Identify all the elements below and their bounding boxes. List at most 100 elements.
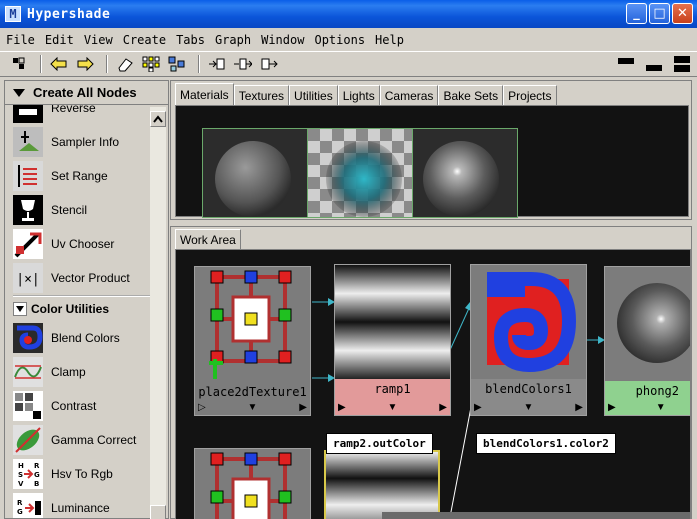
menu-options[interactable]: Options: [314, 33, 365, 47]
scroll-up-button[interactable]: [150, 111, 166, 127]
back-button[interactable]: [48, 54, 70, 74]
tab-cameras[interactable]: Cameras: [379, 85, 439, 105]
drag-connection-line: [449, 401, 473, 519]
toggle-panels-button[interactable]: [8, 54, 30, 74]
node-blendcolors1[interactable]: blendColors1 ▶ ▼ ▶: [470, 264, 587, 416]
menu-graph[interactable]: Graph: [215, 33, 251, 47]
material-swatch-lambert[interactable]: [202, 128, 308, 218]
node-place2dtexture1[interactable]: place2dTexture1 ▷ ▼ ▶: [194, 266, 311, 416]
input-port-arrow-icon[interactable]: ▶: [474, 402, 482, 413]
output-connections-button[interactable]: [258, 54, 280, 74]
create-all-nodes-header[interactable]: Create All Nodes: [5, 81, 168, 105]
tab-utilities[interactable]: Utilities: [289, 85, 338, 105]
node-item-reverse[interactable]: Reverse: [13, 105, 151, 125]
node-label: ramp1: [335, 379, 450, 399]
node-item-label: Vector Product: [51, 271, 130, 285]
vector-product-icon: |×|: [13, 263, 43, 293]
toggle-panels-icon: [13, 57, 25, 69]
node-footer: ▷ ▼ ▶: [195, 399, 310, 415]
menu-view[interactable]: View: [84, 33, 113, 47]
node-item-clamp[interactable]: Clamp: [13, 355, 151, 389]
phong-material-preview: [605, 267, 690, 381]
tab-textures[interactable]: Textures: [233, 85, 290, 105]
input-port-arrow-icon[interactable]: ▷: [198, 402, 206, 413]
hypergraph-canvas[interactable]: place2dTexture1 ▷ ▼ ▶ ramp1 ▶ ▼ ▶ blendC…: [175, 249, 691, 519]
node-item-hsv-to-rgb[interactable]: HSV RGB Hsv To Rgb: [13, 457, 151, 491]
forward-button[interactable]: [74, 54, 96, 74]
maximize-button[interactable]: □: [649, 3, 670, 24]
tab-bake-sets[interactable]: Bake Sets: [438, 85, 504, 105]
clear-graph-button[interactable]: [114, 54, 136, 74]
input-port-arrow-icon[interactable]: ▶: [338, 402, 346, 413]
color-utilities-section[interactable]: Color Utilities: [13, 295, 151, 321]
stencil-icon: [13, 195, 43, 225]
output-port-arrow-icon[interactable]: ▶: [439, 402, 447, 413]
node-item-contrast[interactable]: Contrast: [13, 389, 151, 423]
layout-bottom-button[interactable]: [643, 54, 665, 74]
expand-arrow-icon[interactable]: ▼: [524, 402, 534, 413]
node-item-label: Sampler Info: [51, 135, 120, 149]
node-item-label: Stencil: [51, 203, 88, 217]
node-item-stencil[interactable]: Stencil: [13, 193, 151, 227]
tab-materials[interactable]: Materials: [175, 83, 234, 105]
node-list: Reverse Sampler Info Set Range Stencil U…: [13, 105, 151, 518]
output-port-arrow-icon[interactable]: ▶: [299, 402, 307, 413]
node-ramp1[interactable]: ramp1 ▶ ▼ ▶: [334, 264, 451, 416]
menu-tabs[interactable]: Tabs: [176, 33, 205, 47]
grid-nodes-icon: [142, 56, 160, 72]
node-item-label: Luminance: [51, 501, 110, 515]
material-swatch-phong[interactable]: [412, 128, 518, 218]
node-item-gamma-correct[interactable]: Gamma Correct: [13, 423, 151, 457]
toolbar-separator: [106, 55, 108, 73]
node-item-sampler-info[interactable]: Sampler Info: [13, 125, 151, 159]
layout-split-button[interactable]: [671, 54, 693, 74]
scroll-thumb[interactable]: [150, 505, 166, 519]
node-item-blend-colors[interactable]: Blend Colors: [13, 321, 151, 355]
reverse-icon: [13, 105, 43, 123]
connection-line: [449, 305, 471, 351]
menu-file[interactable]: File: [6, 33, 35, 47]
input-output-connections-button[interactable]: [232, 54, 254, 74]
node-item-luminance[interactable]: RG Luminance: [13, 491, 151, 518]
node-item-set-range[interactable]: Set Range: [13, 159, 151, 193]
close-button[interactable]: ✕: [672, 3, 693, 24]
node-item-uv-chooser[interactable]: Uv Chooser: [13, 227, 151, 261]
graph-materials-button[interactable]: [166, 54, 188, 74]
output-port-arrow-icon[interactable]: ▶: [575, 402, 583, 413]
menu-window[interactable]: Window: [261, 33, 304, 47]
menu-help[interactable]: Help: [375, 33, 404, 47]
input-connections-button[interactable]: [206, 54, 228, 74]
collapse-toggle[interactable]: [13, 302, 27, 316]
svg-text:H: H: [18, 462, 24, 470]
menu-create[interactable]: Create: [123, 33, 166, 47]
expand-arrow-icon[interactable]: ▼: [656, 402, 666, 413]
work-area-panel: Work Area place2dTexture1 ▷ ▼ ▶ ramp1 ▶ …: [170, 226, 692, 519]
ramp-texture-preview: [335, 265, 450, 379]
create-nodes-panel: Create All Nodes Reverse Sampler Info Se…: [4, 80, 169, 519]
layout-split-icon: [674, 65, 690, 72]
node-ramp2[interactable]: [324, 450, 440, 519]
node-list-scrollbar[interactable]: [150, 107, 166, 519]
node-place2dtexture2[interactable]: [194, 448, 311, 519]
expand-arrow-icon[interactable]: ▼: [388, 402, 398, 413]
source-attribute-tooltip: ramp2.outColor: [326, 433, 433, 454]
phong-thumbnail: [605, 267, 690, 381]
tab-lights[interactable]: Lights: [337, 85, 380, 105]
node-item-vector-product[interactable]: |×| Vector Product: [13, 261, 151, 295]
minimize-button[interactable]: _: [626, 3, 647, 24]
input-port-arrow-icon[interactable]: ▶: [608, 402, 616, 413]
tab-work-area[interactable]: Work Area: [175, 229, 241, 249]
tab-projects[interactable]: Projects: [503, 85, 557, 105]
window-title: Hypershade: [27, 6, 111, 22]
expand-arrow-icon[interactable]: ▼: [248, 402, 258, 413]
input-output-connections-icon: [234, 58, 252, 70]
collapse-arrow-icon: [16, 306, 24, 312]
node-footer: ▶ ▼: [605, 399, 690, 415]
layout-top-button[interactable]: [615, 54, 637, 74]
node-phong2[interactable]: phong2 ▶ ▼: [604, 266, 690, 416]
material-swatch-checker[interactable]: [307, 128, 413, 218]
rearrange-graph-button[interactable]: [140, 54, 162, 74]
svg-text:B: B: [34, 480, 39, 488]
menu-edit[interactable]: Edit: [45, 33, 74, 47]
svg-text:S: S: [18, 471, 23, 479]
